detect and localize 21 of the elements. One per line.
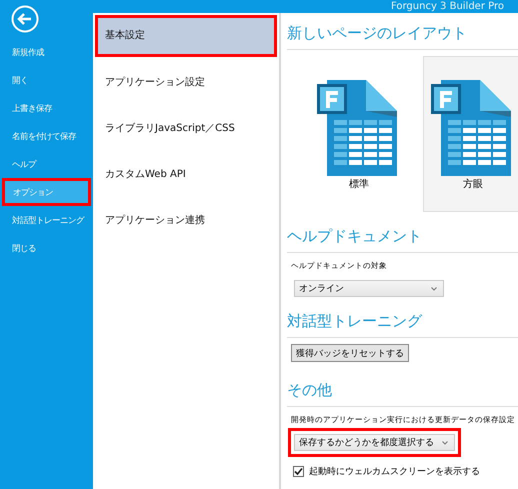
checkbox[interactable]: [293, 466, 304, 477]
layout-option[interactable]: 標準: [309, 56, 409, 212]
section-heading: その他: [287, 380, 333, 400]
dropdown-field[interactable]: 保存するかどうかを都度選択する: [294, 434, 455, 451]
category-item[interactable]: カスタムWeb API: [95, 153, 277, 199]
layout-label: 方眼: [463, 178, 483, 191]
category-item[interactable]: 基本設定: [95, 15, 277, 57]
chevron-down-icon: [442, 440, 448, 444]
section-heading: 対話型トレーニング: [287, 311, 424, 331]
window-title: Forguncy 3 Builder Pro: [390, 1, 504, 13]
category-item[interactable]: アプリケーション設定: [95, 61, 277, 107]
section-heading: ヘルプドキュメント: [287, 226, 423, 246]
layout-option[interactable]: 方眼: [423, 56, 518, 212]
category-item[interactable]: ライブラリJavaScript／CSS: [95, 107, 277, 153]
reset-badges-button[interactable]: 獲得バッジをリセットする: [291, 344, 409, 362]
checkbox-label: 起動時にウェルカムスクリーンを表示する: [309, 466, 480, 478]
section-heading: 新しいページのレイアウト: [287, 23, 468, 43]
category-item[interactable]: アプリケーション連携: [95, 199, 277, 245]
dropdown-field[interactable]: オンライン: [294, 280, 444, 297]
layout-label: 標準: [349, 178, 369, 191]
chevron-down-icon: [431, 286, 437, 290]
